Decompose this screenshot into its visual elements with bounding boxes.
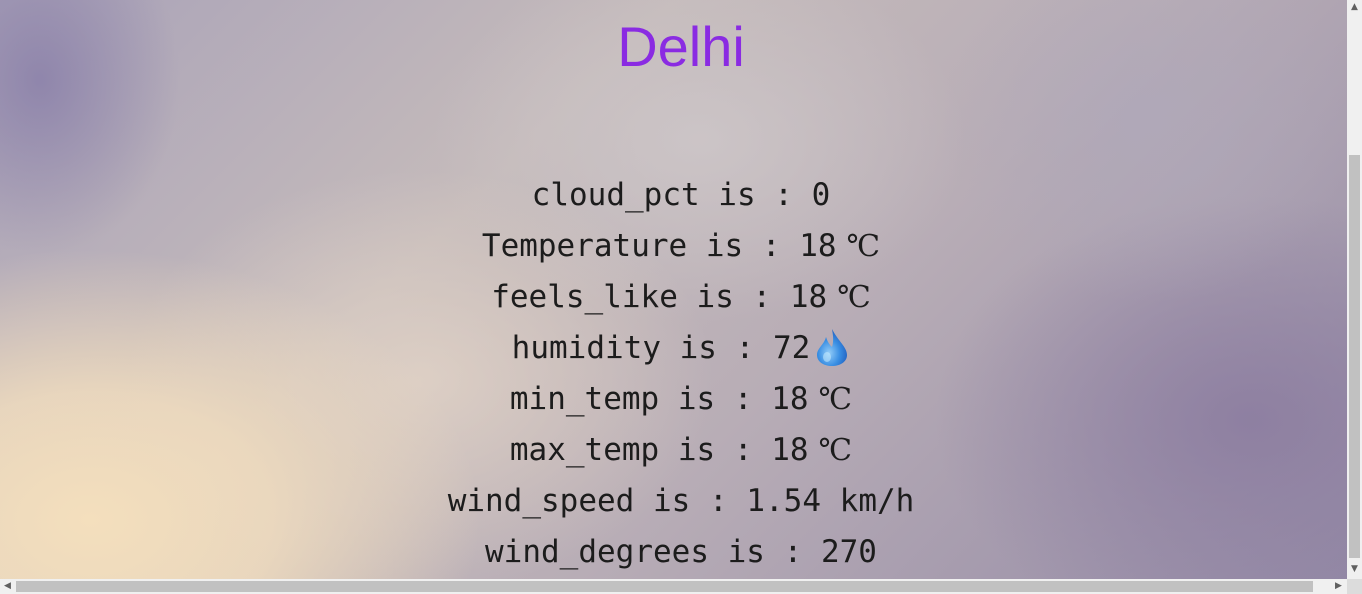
vertical-scroll-thumb[interactable] xyxy=(1349,155,1360,558)
water-drop-icon xyxy=(814,327,850,367)
vertical-scrollbar[interactable]: ▲ ▼ xyxy=(1347,0,1362,579)
feels-like-row: feels_like is : 18 ℃ xyxy=(0,272,1362,323)
celsius-unit: ℃ xyxy=(818,382,853,417)
cloud-pct-label: cloud_pct is : xyxy=(531,177,793,213)
weather-details: cloud_pct is : 0 Temperature is : 18 ℃ fe… xyxy=(0,170,1362,578)
wind-speed-value: 1.54 xyxy=(746,483,821,519)
scroll-up-arrow-icon[interactable]: ▲ xyxy=(1347,0,1362,15)
horizontal-scrollbar[interactable]: ◀ ▶ xyxy=(0,579,1347,594)
humidity-value: 72 xyxy=(772,330,811,366)
feels-like-value: 18 xyxy=(789,279,828,315)
celsius-unit: ℃ xyxy=(846,229,881,264)
humidity-row: humidity is : 72 xyxy=(0,323,1362,374)
wind-speed-unit: km/h xyxy=(839,483,915,519)
temperature-label: Temperature is : xyxy=(481,228,781,264)
humidity-label: humidity is : xyxy=(511,330,755,366)
wind-degrees-row: wind_degrees is : 270 xyxy=(0,527,1362,578)
celsius-unit: ℃ xyxy=(837,280,871,315)
temperature-row: Temperature is : 18 ℃ xyxy=(0,221,1362,272)
scrollbar-corner xyxy=(1347,579,1362,594)
wind-speed-label: wind_speed is : xyxy=(447,483,728,519)
cloud-pct-value: 0 xyxy=(811,177,831,213)
cloud-pct-row: cloud_pct is : 0 xyxy=(0,170,1362,221)
max-temp-row: max_temp is : 18 ℃ xyxy=(0,425,1362,476)
wind-degrees-value: 270 xyxy=(820,534,877,570)
city-title: Delhi xyxy=(617,15,745,78)
horizontal-scroll-thumb[interactable] xyxy=(16,581,1313,592)
max-temp-value: 18 xyxy=(771,432,809,468)
celsius-unit: ℃ xyxy=(818,433,853,468)
min-temp-value: 18 xyxy=(771,381,809,417)
temperature-value: 18 xyxy=(799,228,837,264)
feels-like-label: feels_like is : xyxy=(491,279,772,315)
min-temp-label: min_temp is : xyxy=(509,381,753,417)
scroll-left-arrow-icon[interactable]: ◀ xyxy=(0,579,15,594)
max-temp-label: max_temp is : xyxy=(509,432,753,468)
scroll-down-arrow-icon[interactable]: ▼ xyxy=(1347,562,1362,577)
wind-speed-row: wind_speed is : 1.54 km/h xyxy=(0,476,1362,527)
scroll-right-arrow-icon[interactable]: ▶ xyxy=(1331,579,1346,594)
min-temp-row: min_temp is : 18 ℃ xyxy=(0,374,1362,425)
wind-degrees-label: wind_degrees is : xyxy=(485,534,803,570)
